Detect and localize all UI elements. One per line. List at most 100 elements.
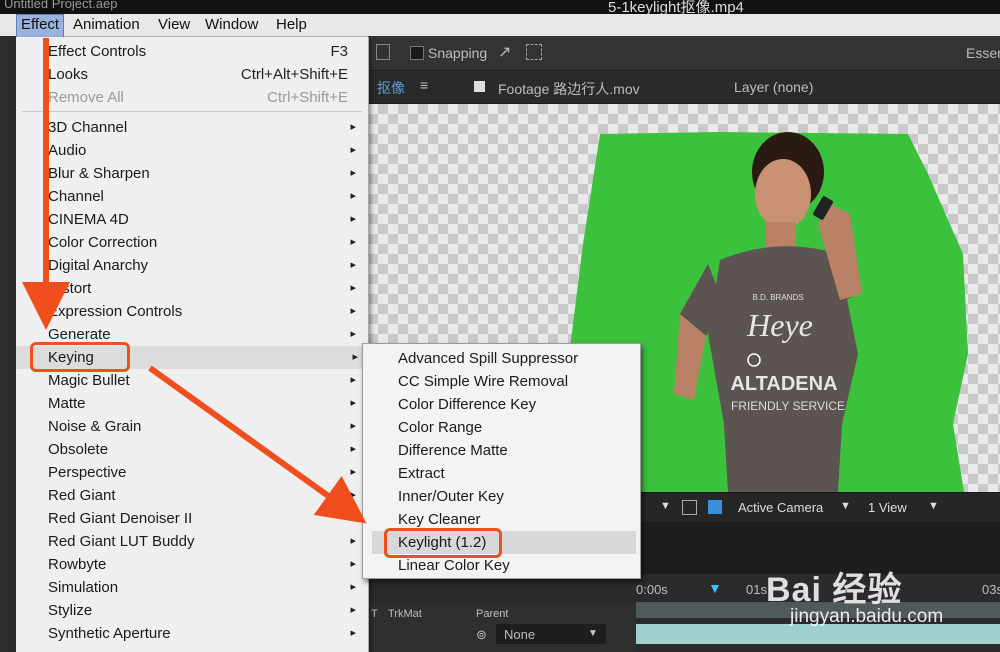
effect-menu-item-label: Looks — [48, 66, 89, 83]
effect-menu-item[interactable]: Obsolete ▸ — [48, 438, 366, 461]
time-ruler-3: 03s — [982, 582, 1000, 597]
effect-menu-item[interactable]: Looks Ctrl+Alt+Shift+E — [48, 63, 366, 86]
effect-menu-item[interactable]: Remove All Ctrl+Shift+E — [48, 86, 366, 109]
effect-menu-item-shortcut: Ctrl+Shift+E — [267, 89, 348, 106]
submenu-arrow-icon: ▸ — [350, 144, 356, 156]
workspace-label[interactable]: Essen — [966, 45, 1000, 61]
effect-menu-item-label: Magic Bullet — [48, 372, 130, 389]
effect-menu-item-label: Generate — [48, 326, 111, 343]
effect-menu-item-label: Synthetic Aperture — [48, 625, 171, 642]
effect-menu-item-label: 3D Channel — [48, 119, 128, 136]
keying-submenu-item[interactable]: CC Simple Wire Removal — [398, 370, 568, 393]
effect-menu-item[interactable]: Expression Controls ▸ — [48, 300, 366, 323]
grid-icon[interactable] — [376, 44, 390, 60]
submenu-arrow-icon: ▸ — [350, 328, 356, 340]
effect-menu-item-label: Noise & Grain — [48, 418, 142, 435]
transparency-grid-icon[interactable] — [708, 500, 722, 514]
effect-menu-item[interactable]: Perspective ▸ — [48, 461, 366, 484]
effect-menu-item[interactable]: Synthetic Aperture ▸ — [48, 622, 366, 645]
submenu-arrow-icon: ▸ — [350, 305, 356, 317]
parent-select[interactable]: None ▼ — [496, 624, 606, 644]
mask-icon[interactable] — [526, 44, 542, 60]
pickwhip-icon[interactable]: ⊚ — [476, 627, 487, 643]
effect-menu-item[interactable]: Color Correction ▸ — [48, 231, 366, 254]
effect-menu-item[interactable]: Red Giant LUT Buddy ▸ — [48, 530, 366, 553]
effect-menu-item-label: Matte — [48, 395, 86, 412]
region-icon[interactable] — [682, 500, 697, 515]
effect-menu-item-shortcut: Ctrl+Alt+Shift+E — [240, 66, 348, 83]
effect-menu-item[interactable]: Distort ▸ — [48, 277, 366, 300]
neck — [766, 222, 796, 248]
submenu-arrow-icon: ▸ — [350, 190, 356, 202]
views-select[interactable]: 1 View — [868, 500, 907, 515]
footage-icon — [474, 81, 485, 92]
menu-window[interactable]: Window — [205, 16, 258, 33]
playhead-icon[interactable]: ▼ — [708, 580, 722, 596]
views-dropdown-icon[interactable]: ▼ — [928, 500, 939, 512]
effect-menu-item-label: Perspective — [48, 464, 127, 481]
camera-dropdown-icon[interactable]: ▼ — [840, 500, 851, 512]
active-camera-select[interactable]: Active Camera — [738, 500, 823, 515]
parent-dropdown-icon: ▼ — [588, 628, 598, 639]
keying-submenu-item[interactable]: Advanced Spill Suppressor — [398, 347, 578, 370]
keying-submenu-item[interactable]: Inner/Outer Key — [398, 485, 504, 508]
menu-effect[interactable]: Effect — [16, 14, 65, 38]
submenu-arrow-icon: ▸ — [350, 420, 356, 432]
menu-animation[interactable]: Animation — [73, 16, 140, 33]
effect-menu-item[interactable]: Digital Anarchy ▸ — [48, 254, 366, 277]
effect-menu-item[interactable]: 3D Channel ▸ — [48, 116, 366, 139]
menu-help[interactable]: Help — [276, 16, 307, 33]
submenu-arrow-icon: ▸ — [350, 512, 356, 524]
effect-menu-item[interactable]: CINEMA 4D ▸ — [48, 208, 366, 231]
effect-menu-item[interactable]: Blur & Sharpen ▸ — [48, 162, 366, 185]
tab-composition[interactable]: 抠像 — [377, 78, 405, 98]
t-column-header: T — [371, 608, 378, 620]
face — [755, 159, 811, 229]
keying-submenu-item[interactable]: Color Difference Key — [398, 393, 536, 416]
submenu-arrow-icon: ▸ — [350, 489, 356, 501]
menu-view[interactable]: View — [158, 16, 190, 33]
effect-menu-item[interactable]: Rowbyte ▸ — [48, 553, 366, 576]
effect-menu-item[interactable]: Noise & Grain ▸ — [48, 415, 366, 438]
dropdown-icon[interactable]: ▼ — [660, 500, 671, 512]
submenu-arrow-icon: ▸ — [350, 627, 356, 639]
tab-layer[interactable]: Layer (none) — [734, 79, 813, 95]
keying-submenu-item[interactable]: Extract — [398, 462, 445, 485]
snapping-label: Snapping — [428, 45, 488, 61]
effect-menu-item-label: Red Giant LUT Buddy — [48, 533, 195, 550]
snap-icon[interactable]: ↗ — [498, 42, 511, 62]
submenu-arrow-icon: ▸ — [350, 121, 356, 133]
baidu-logo: Bai 经验 — [766, 571, 903, 609]
submenu-arrow-icon: ▸ — [350, 397, 356, 409]
effect-menu-item-label: Red Giant Denoiser II — [48, 510, 193, 527]
tab-footage[interactable]: Footage 路边行人.mov — [498, 79, 640, 99]
effect-menu-item-label: Color Correction — [48, 234, 158, 251]
keying-submenu-item[interactable]: Color Range — [398, 416, 482, 439]
keying-submenu-item[interactable]: Difference Matte — [398, 439, 508, 462]
submenu-arrow-icon: ▸ — [350, 259, 356, 271]
submenu-arrow-icon: ▸ — [350, 581, 356, 593]
effect-menu-item[interactable]: Audio ▸ — [48, 139, 366, 162]
snapping-checkbox[interactable] — [410, 46, 424, 60]
effect-menu-item[interactable]: Simulation ▸ — [48, 576, 366, 599]
effect-menu-item[interactable]: Red Giant Denoiser II ▸ — [48, 507, 366, 530]
effect-menu-item[interactable]: Effect Controls F3 — [48, 40, 366, 63]
baidu-url: jingyan.baidu.com — [790, 606, 944, 627]
submenu-arrow-icon: ▸ — [350, 604, 356, 616]
submenu-arrow-icon: ▸ — [350, 213, 356, 225]
effect-menu-item[interactable]: Red Giant ▸ — [48, 484, 366, 507]
effect-menu-item[interactable]: Channel ▸ — [48, 185, 366, 208]
effect-menu-item[interactable]: Matte ▸ — [48, 392, 366, 415]
effect-menu-item[interactable]: Magic Bullet ▸ — [48, 369, 366, 392]
hamburger-icon[interactable]: ≡ — [420, 77, 428, 93]
submenu-arrow-icon: ▸ — [350, 558, 356, 570]
keying-highlight — [30, 342, 130, 372]
effect-menu-item-label: Channel — [48, 188, 104, 205]
effect-menu-item-label: Digital Anarchy — [48, 257, 149, 274]
submenu-arrow-icon: ▸ — [350, 466, 356, 478]
effect-menu-item-label: Blur & Sharpen — [48, 165, 150, 182]
shirt-text-1: B.D. BRANDS — [752, 293, 803, 302]
keylight-highlight — [384, 528, 502, 558]
submenu-arrow-icon: ▸ — [352, 351, 358, 363]
effect-menu-item[interactable]: Stylize ▸ — [48, 599, 366, 622]
